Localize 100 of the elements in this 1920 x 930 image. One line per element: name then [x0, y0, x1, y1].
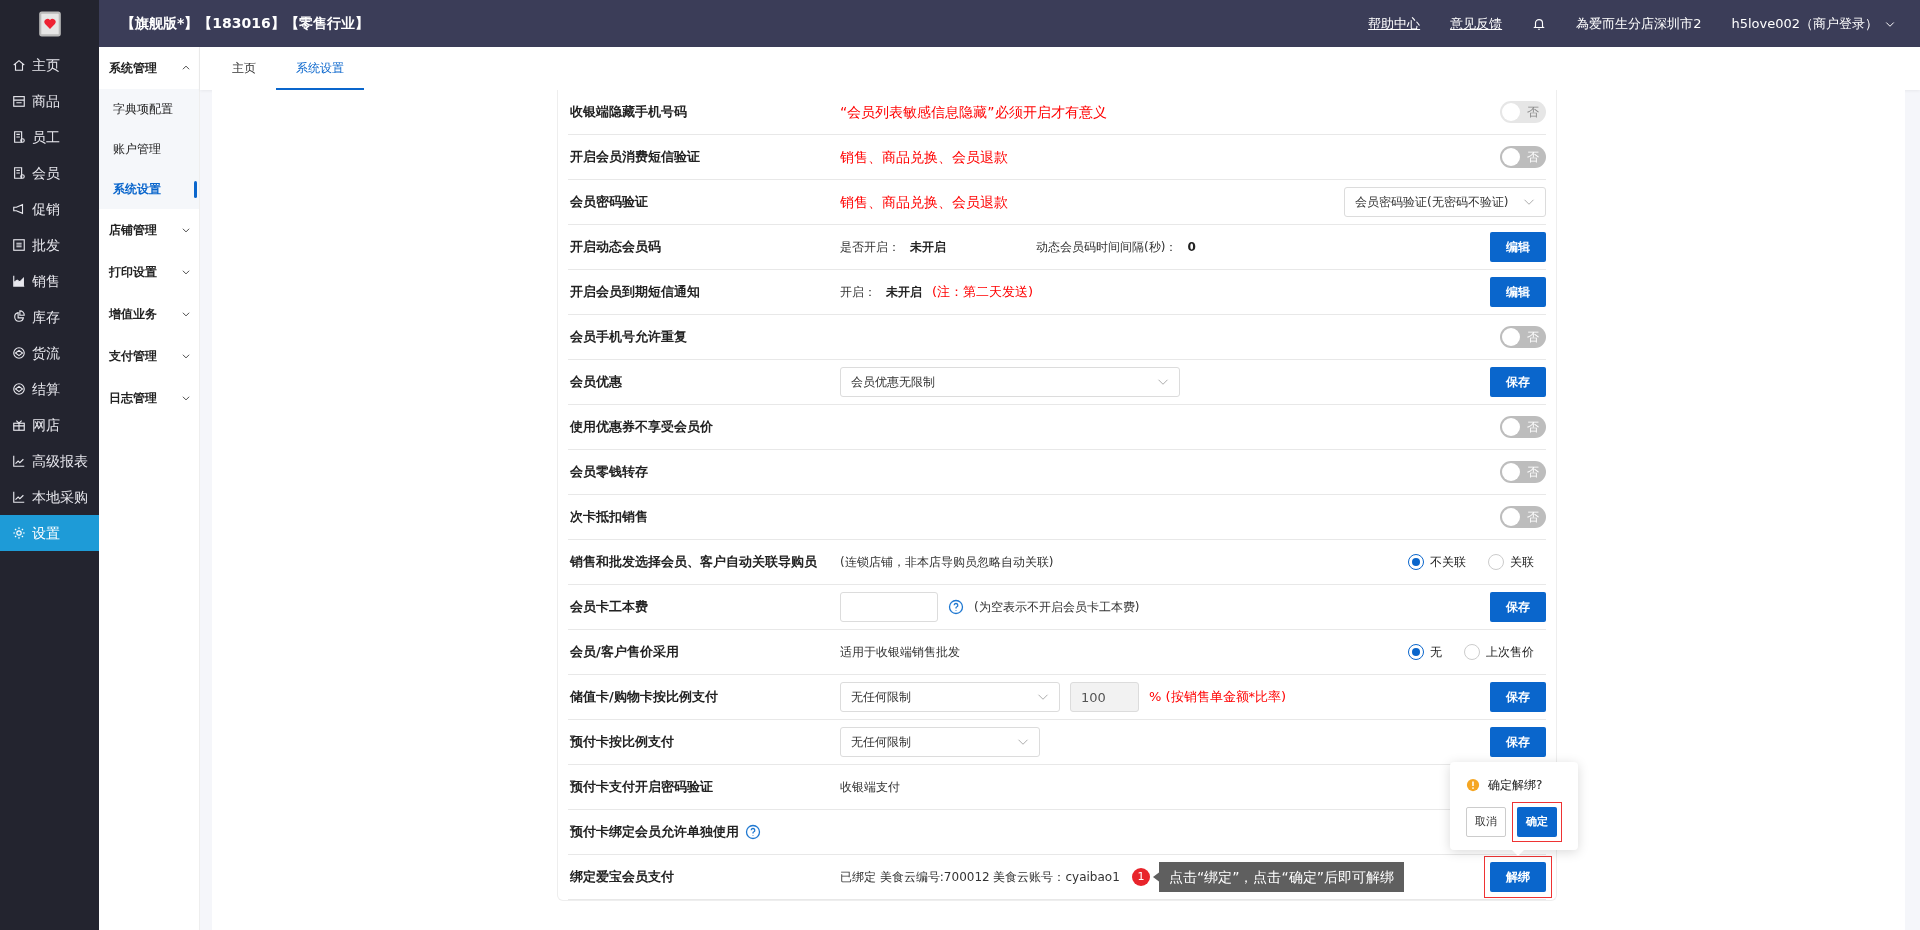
setting-label: 销售和批发选择会员、客户自动关联导购员 [570, 553, 817, 572]
store-name[interactable]: 為爱而生分店深圳市2 [1576, 13, 1702, 34]
setting-label: 预付卡支付开启密码验证 [570, 778, 713, 797]
help-icon [948, 599, 964, 615]
popover-message: 确定解绑? [1488, 777, 1543, 794]
action-button[interactable]: 保存 [1490, 367, 1546, 397]
warning-icon [1466, 778, 1480, 792]
setting-label: 会员卡工本费 [570, 598, 648, 617]
area-chart-icon [12, 274, 26, 288]
setting-label: 开启动态会员码 [570, 238, 661, 257]
line-chart-icon [12, 490, 26, 504]
submenu-item[interactable]: 账户管理 [99, 129, 199, 169]
megaphone-icon [12, 202, 26, 216]
action-button[interactable]: 编辑 [1490, 232, 1546, 262]
cube-icon [12, 346, 26, 360]
setting-note: 未开启 [910, 239, 946, 256]
radio-option[interactable]: 上次售价 [1464, 643, 1534, 661]
setting-note: 适用于收银端销售批发 [840, 644, 960, 661]
store-icon [12, 94, 26, 108]
select-field[interactable]: 无任何限制 [840, 727, 1040, 757]
radio-option[interactable]: 不关联 [1408, 553, 1466, 571]
app-title: 【旗舰版*】【183016】【零售行业】 [120, 14, 369, 33]
step-badge: 1 [1132, 868, 1150, 886]
user-menu[interactable]: h5love002（商户登录） [1731, 13, 1878, 34]
action-button[interactable]: 保存 [1490, 727, 1546, 757]
home-icon [12, 58, 26, 72]
list-icon [12, 238, 26, 252]
select-field[interactable]: 无任何限制 [840, 682, 1060, 712]
sidebar-item[interactable]: 本地采购 [0, 479, 99, 515]
setting-note: 销售、商品兑换、会员退款 [840, 192, 1008, 212]
setting-label: 会员手机号允许重复 [570, 328, 687, 347]
gift-icon [12, 418, 26, 432]
setting-label: 预付卡按比例支付 [570, 733, 674, 752]
setting-label: 使用优惠券不享受会员价 [570, 418, 713, 437]
select-field[interactable]: 会员优惠无限制 [840, 367, 1180, 397]
setting-note: % (按销售单金额*比率) [1149, 688, 1287, 707]
setting-note: 是否开启： [840, 239, 900, 256]
setting-note: 动态会员码时间间隔(秒)： [1036, 239, 1178, 256]
sidebar-item[interactable]: 促销 [0, 191, 99, 227]
setting-label: 绑定爱宝会员支付 [570, 868, 674, 887]
setting-label: 会员密码验证 [570, 193, 648, 212]
setting-label: 储值卡/购物卡按比例支付 [570, 688, 718, 707]
chevron-down-icon [181, 267, 191, 277]
setting-label: 会员/客户售价采用 [570, 643, 679, 662]
submenu-group[interactable]: 系统管理 [99, 47, 199, 89]
radio-button[interactable] [1408, 554, 1424, 570]
chevron-down-icon [181, 309, 191, 319]
submenu-group[interactable]: 增值业务 [99, 293, 199, 335]
sidebar-item[interactable]: 主页 [0, 47, 99, 83]
action-button[interactable]: 解绑 [1490, 862, 1546, 892]
setting-note: (为空表示不开启会员卡工本费) [974, 599, 1140, 616]
header-link[interactable]: 帮助中心 [1368, 13, 1421, 34]
action-button[interactable]: 保存 [1490, 682, 1546, 712]
chevron-down-icon [181, 351, 191, 361]
action-button[interactable]: 保存 [1490, 592, 1546, 622]
hint-tooltip: 点击“绑定”，点击“确定”后即可解绑 [1153, 862, 1404, 892]
setting-label: 会员零钱转存 [570, 463, 648, 482]
setting-label: 会员优惠 [570, 373, 622, 392]
sidebar-item[interactable]: 商品 [0, 83, 99, 119]
setting-note: (注：第二天发送) [932, 283, 1034, 302]
select-field[interactable]: 会员密码验证(无密码不验证) [1344, 187, 1546, 217]
setting-label: 预付卡绑定会员允许单独使用 [570, 823, 739, 842]
setting-note: 未开启 [886, 284, 922, 301]
sidebar-item[interactable]: 货流 [0, 335, 99, 371]
submenu-item[interactable]: 字典项配置 [99, 89, 199, 129]
sidebar-item[interactable]: 会员 [0, 155, 99, 191]
setting-note: “会员列表敏感信息隐藏”必须开启才有意义 [840, 102, 1107, 122]
setting-label: 次卡抵扣销售 [570, 508, 648, 527]
cube-icon [12, 382, 26, 396]
line-chart-icon [12, 454, 26, 468]
radio-option[interactable]: 无 [1408, 643, 1442, 661]
radio-button[interactable] [1408, 644, 1424, 660]
submenu-group[interactable]: 日志管理 [99, 377, 199, 419]
sidebar-item[interactable]: 结算 [0, 371, 99, 407]
pie-chart-icon [12, 310, 26, 324]
setting-note: 0 [1187, 239, 1196, 256]
cancel-button[interactable]: 取消 [1466, 807, 1506, 837]
confirm-button[interactable]: 确定 [1517, 807, 1557, 837]
sidebar-item[interactable]: 库存 [0, 299, 99, 335]
submenu-item[interactable]: 系统设置 [99, 169, 199, 209]
header-link[interactable]: 意见反馈 [1450, 13, 1503, 34]
sidebar-item[interactable]: 网店 [0, 407, 99, 443]
setting-note: 销售、商品兑换、会员退款 [840, 147, 1008, 167]
sidebar-item[interactable]: 员工 [0, 119, 99, 155]
sidebar-item[interactable]: 高级报表 [0, 443, 99, 479]
radio-option[interactable]: 关联 [1488, 553, 1534, 571]
submenu-group[interactable]: 打印设置 [99, 251, 199, 293]
setting-note: 已绑定 美食云编号:700012 美食云账号：cyaibao1 [840, 869, 1120, 886]
sidebar-item[interactable]: 销售 [0, 263, 99, 299]
submenu-group[interactable]: 店铺管理 [99, 209, 199, 251]
sidebar-item[interactable]: 批发 [0, 227, 99, 263]
document-icon [12, 130, 26, 144]
chevron-down-icon [181, 225, 191, 235]
action-button[interactable]: 编辑 [1490, 277, 1546, 307]
setting-note: 开启： [840, 284, 876, 301]
input-field[interactable] [840, 592, 938, 622]
submenu-group[interactable]: 支付管理 [99, 335, 199, 377]
tab[interactable]: 主页 [212, 47, 276, 90]
setting-label: 开启会员到期短信通知 [570, 283, 700, 302]
setting-label: 收银端隐藏手机号码 [570, 103, 687, 122]
